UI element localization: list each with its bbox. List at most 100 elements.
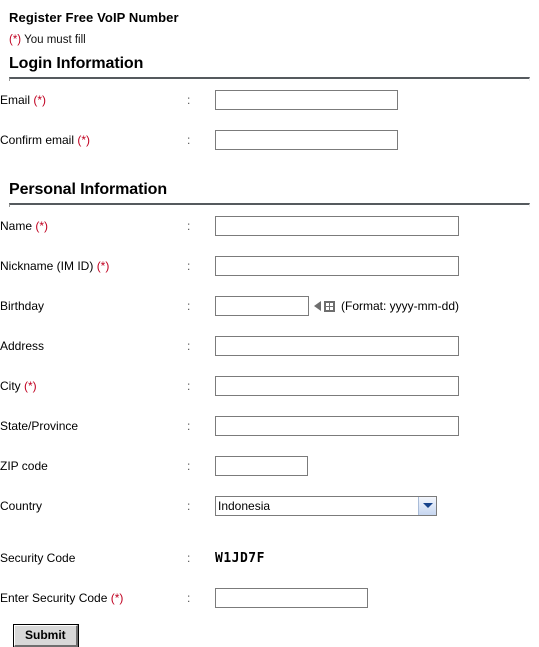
submit-button[interactable]: Submit [13,624,79,647]
calendar-icon[interactable] [324,300,335,312]
input-cell-country: Indonesia [215,493,539,519]
confirm-email-input[interactable] [215,130,398,150]
label-cell-enter-security-code: Enter Security Code (*) [0,585,187,611]
label-email: Email [0,93,34,107]
required-note: (*) You must fill [9,34,539,46]
field-row-email: Email (*) : [0,87,539,113]
input-cell-nickname [215,253,539,279]
input-cell-state [215,413,539,439]
row-spacer-7 [0,479,539,493]
row-spacer-5 [0,399,539,413]
birthday-picker-buttons [314,300,335,312]
required-marker: (*) [9,34,22,46]
security-code-value: W1JD7F [215,550,265,566]
field-row-confirm-email: Confirm email (*) : [0,127,539,153]
login-information-form: Email (*) : Confirm email (*) : [0,87,539,153]
label-state-province: State/Province [0,419,79,433]
field-row-address: Address : [0,333,539,359]
label-name: Name [0,219,36,233]
email-input[interactable] [215,90,398,110]
label-confirm-email: Confirm email [0,133,78,147]
input-cell-enter-security-code [215,585,539,611]
row-spacer-8 [0,519,539,545]
field-row-security-code: Security Code : W1JD7F [0,545,539,571]
label-security-code: Security Code [0,551,76,565]
label-cell-zip: ZIP code [0,453,187,479]
zip-code-input[interactable] [215,456,308,476]
required-marker-name: (*) [35,219,49,233]
section-heading-personal: Personal Information [9,181,168,198]
label-enter-security-code: Enter Security Code [0,591,111,605]
colon-country: : [187,499,191,513]
input-cell-email [215,87,539,113]
label-cell-nickname: Nickname (IM ID) (*) [0,253,187,279]
nickname-input[interactable] [215,256,459,276]
birthday-input[interactable] [215,296,309,316]
required-marker-email: (*) [33,93,47,107]
input-cell-city [215,373,539,399]
field-row-enter-security-code: Enter Security Code (*) : [0,585,539,611]
birthday-format-hint: (Format: yyyy-mm-dd) [341,299,459,313]
label-birthday: Birthday [0,299,45,313]
label-cell-security-code: Security Code [0,545,187,571]
label-cell-confirm-email: Confirm email (*) [0,127,187,153]
input-cell-address [215,333,539,359]
colon-state: : [187,419,191,433]
required-marker-city: (*) [24,379,37,393]
colon-nickname: : [187,259,191,273]
personal-information-form: Name (*) : Nickname (IM ID) (*) : Birthd… [0,213,539,611]
label-cell-name: Name (*) [0,213,187,239]
row-spacer-3 [0,319,539,333]
row-spacer-1 [0,239,539,253]
field-row-country: Country : Indonesia [0,493,539,519]
field-row-nickname: Nickname (IM ID) (*) : [0,253,539,279]
value-cell-security-code: W1JD7F [215,545,539,571]
enter-security-code-input[interactable] [215,588,368,608]
label-cell-country: Country [0,493,187,519]
city-input[interactable] [215,376,459,396]
section-divider-personal [9,203,530,207]
state-province-input[interactable] [215,416,459,436]
address-input[interactable] [215,336,459,356]
field-row-zip: ZIP code : [0,453,539,479]
birthday-control-group: (Format: yyyy-mm-dd) [215,296,539,316]
section-heading-login: Login Information [9,55,144,72]
colon-security-code: : [187,551,191,565]
label-cell-address: Address [0,333,187,359]
colon-city: : [187,379,191,393]
section-divider-login [9,77,530,81]
input-cell-birthday: (Format: yyyy-mm-dd) [215,293,539,319]
field-row-state: State/Province : [0,413,539,439]
triangle-left-icon[interactable] [314,301,321,311]
colon-birthday: : [187,299,191,313]
required-marker-security: (*) [110,591,124,605]
input-cell-name [215,213,539,239]
label-cell-city: City (*) [0,373,187,399]
label-city: City [0,379,24,393]
required-marker-confirm-email: (*) [77,133,91,147]
submit-area: Submit [13,624,539,647]
field-row-name: Name (*) : [0,213,539,239]
colon-confirm-email: : [187,133,191,147]
label-address: Address [0,339,45,353]
name-input[interactable] [215,216,459,236]
colon-name: : [187,219,191,233]
label-cell-email: Email (*) [0,87,187,113]
label-cell-birthday: Birthday [0,293,187,319]
required-note-text: You must fill [21,34,86,46]
label-cell-state: State/Province [0,413,187,439]
label-nickname: Nickname (IM ID) [0,259,97,273]
registration-page: Register Free VoIP Number (*) You must f… [0,0,539,647]
colon-zip: : [187,459,191,473]
row-spacer-6 [0,439,539,453]
colon-email: : [187,93,191,107]
row-spacer-9 [0,571,539,585]
label-country: Country [0,499,43,513]
colon-enter-security-code: : [187,591,191,605]
page-title: Register Free VoIP Number [9,10,179,25]
field-row-birthday: Birthday : (Format: yyyy-mm-dd) [0,293,539,319]
country-select-wrapper: Indonesia [215,496,437,516]
country-select[interactable]: Indonesia [215,496,437,516]
input-cell-zip [215,453,539,479]
label-zip-code: ZIP code [0,459,48,473]
